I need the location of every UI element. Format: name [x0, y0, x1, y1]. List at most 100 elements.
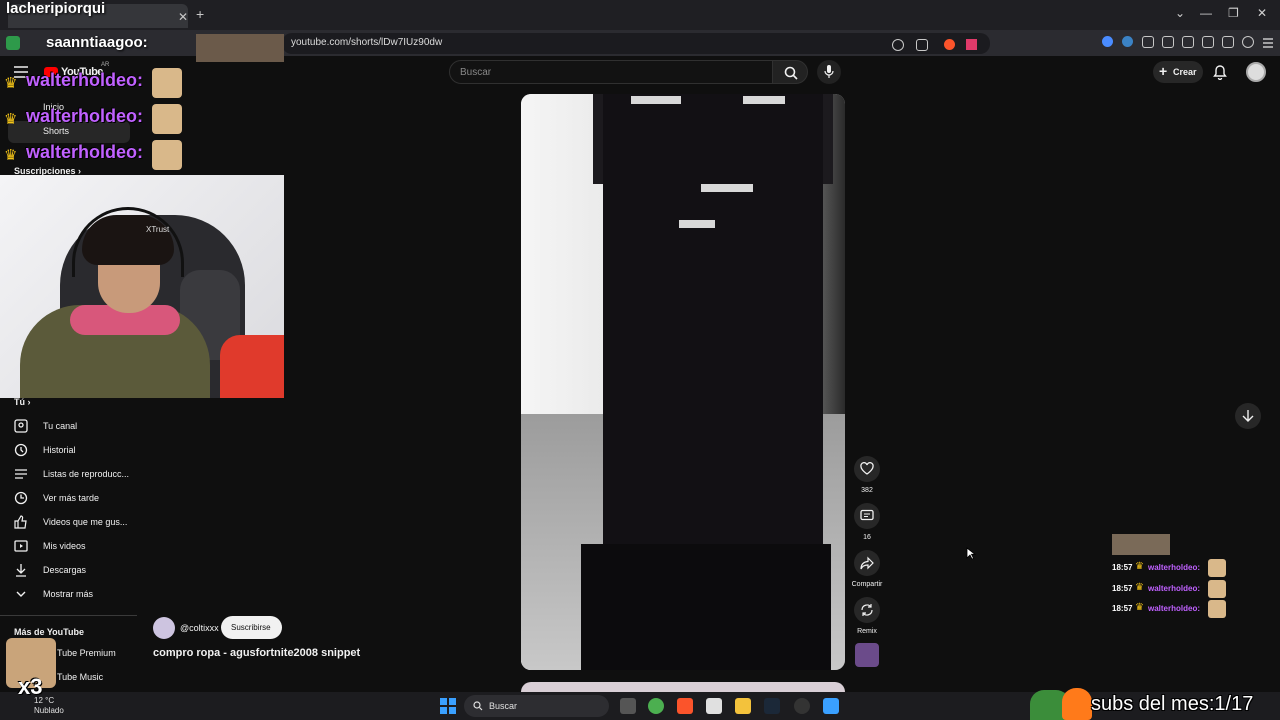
clock-icon	[14, 491, 28, 505]
crown-icon: ♛	[1135, 582, 1144, 593]
sidebar-item-historial[interactable]: Historial	[0, 440, 135, 462]
you-heading[interactable]: Tú ›	[14, 397, 31, 407]
region-code: AR	[101, 62, 110, 68]
sidebar-item-listas[interactable]: Listas de reproducc...	[0, 464, 135, 486]
subs-of-month-counter: subs del mes:1/17	[1091, 693, 1254, 715]
crown-icon: ♛	[4, 111, 18, 128]
search-button[interactable]	[772, 60, 808, 84]
next-short-button[interactable]	[1235, 403, 1261, 429]
crown-icon: ♛	[1135, 602, 1144, 613]
cat-emote-icon	[1208, 559, 1226, 577]
maximize-icon[interactable]: ❐	[1228, 6, 1239, 20]
steam-icon[interactable]	[764, 698, 780, 714]
search-icon	[784, 66, 798, 80]
vpn-icon[interactable]	[1242, 36, 1254, 48]
cat-emote-icon	[152, 104, 182, 134]
menu-icon[interactable]	[1262, 36, 1274, 48]
close-tab-icon[interactable]: ✕	[178, 10, 188, 24]
more-from-youtube-heading: Más de YouTube	[14, 627, 85, 637]
browser-toolbar: youtube.com/shorts/lDw7IUz90dw	[0, 30, 1280, 56]
crown-icon: ♛	[4, 147, 18, 164]
voice-search-button[interactable]	[817, 60, 841, 84]
media-icon[interactable]	[1162, 36, 1174, 48]
cast-icon[interactable]	[916, 39, 928, 51]
app-icon[interactable]	[823, 698, 839, 714]
search-icon	[473, 701, 483, 711]
account-avatar[interactable]	[1246, 62, 1266, 82]
video-artifact	[631, 96, 681, 104]
share-label: Compartir	[851, 581, 883, 588]
extension-icon[interactable]	[1122, 36, 1133, 47]
chevron-down-icon	[16, 591, 26, 597]
multiplier-badge: x3	[18, 674, 43, 699]
create-button[interactable]: + Crear	[1153, 61, 1203, 83]
cat-emote-icon	[152, 68, 182, 98]
store-icon[interactable]	[706, 698, 722, 714]
remix-label: Remix	[857, 628, 877, 635]
shorts-video-player[interactable]	[521, 94, 845, 670]
cat-emote-icon	[152, 140, 182, 170]
extension-icon[interactable]	[1102, 36, 1113, 47]
comments-button[interactable]	[854, 503, 880, 529]
start-button[interactable]	[440, 698, 456, 714]
notifications-bell-icon[interactable]	[1212, 64, 1228, 80]
sidebar-item-tu-canal[interactable]: Tu canal	[0, 416, 135, 438]
next-short-preview[interactable]	[521, 682, 845, 692]
red-cushion	[220, 335, 284, 398]
video-artifact	[743, 96, 785, 104]
sidebar-item-mis-videos[interactable]: Mis videos	[0, 536, 135, 558]
obs-icon[interactable]	[794, 698, 810, 714]
new-tab-icon[interactable]: +	[196, 6, 204, 22]
sidebar-item-descargas[interactable]: Descargas	[0, 560, 135, 582]
sound-thumbnail[interactable]	[855, 643, 879, 667]
task-view-icon[interactable]	[620, 698, 636, 714]
heart-icon	[860, 462, 874, 475]
brave-rewards-icon[interactable]	[966, 39, 977, 50]
streamer-name-overlay: lacheripiorqui	[6, 0, 106, 17]
plus-icon: +	[1159, 63, 1168, 79]
emote-image	[196, 34, 284, 62]
leo-icon[interactable]	[1222, 36, 1234, 48]
crown-icon: ♛	[4, 75, 18, 92]
crown-icon: ♛	[1135, 561, 1144, 572]
brave-icon[interactable]	[677, 698, 693, 714]
close-window-icon[interactable]: ✕	[1257, 6, 1267, 20]
comment-count: 16	[863, 534, 871, 541]
like-button[interactable]	[854, 456, 880, 482]
address-bar[interactable]: youtube.com/shorts/lDw7IUz90dw	[282, 33, 990, 54]
chrome-icon[interactable]	[648, 698, 664, 714]
subscribe-button[interactable]: Suscribirse	[221, 616, 282, 639]
share-button[interactable]	[854, 550, 880, 576]
channel-handle[interactable]: @coltixxx	[180, 623, 219, 633]
like-count: 382	[861, 487, 873, 494]
remix-button[interactable]	[854, 597, 880, 623]
chat-username-overlay: saanntiaagoo:	[46, 34, 148, 51]
taskbar-search[interactable]: Buscar	[464, 695, 609, 717]
sidebar-item-videos-gustan[interactable]: Videos que me gus...	[0, 512, 135, 534]
sidebar-item-mostrar-mas[interactable]: Mostrar más	[0, 584, 135, 606]
history-icon	[14, 443, 28, 457]
right-chat-overlay: 18:57 ♛ walterholdeo: 18:57 ♛ walterhold…	[1108, 532, 1260, 622]
search-placeholder: Buscar	[460, 67, 492, 78]
file-explorer-icon[interactable]	[735, 698, 751, 714]
comment-icon	[860, 509, 874, 521]
zoom-icon[interactable]	[892, 39, 904, 51]
video-artifact	[679, 220, 715, 228]
minimize-icon[interactable]: —	[1200, 6, 1212, 20]
short-title[interactable]: compro ropa - agusfortnite2008 snippet	[153, 647, 360, 659]
playlist-icon	[15, 469, 27, 479]
video-artifact	[581, 544, 831, 670]
sidebar-icon[interactable]	[1182, 36, 1194, 48]
brave-shields-icon[interactable]	[944, 39, 955, 50]
channel-avatar[interactable]	[153, 617, 175, 639]
sidebar-item-ver-mas-tarde[interactable]: Ver más tarde	[0, 488, 135, 510]
video-artifact	[701, 184, 753, 192]
rocket-icon	[6, 36, 20, 50]
remix-icon	[861, 604, 873, 616]
search-input[interactable]: Buscar	[449, 60, 773, 84]
share-icon	[860, 556, 874, 570]
extensions-icon[interactable]	[1142, 36, 1154, 48]
tab-search-icon[interactable]: ⌄	[1175, 6, 1185, 20]
wallet-icon[interactable]	[1202, 36, 1214, 48]
url-text: youtube.com/shorts/lDw7IUz90dw	[291, 37, 443, 48]
